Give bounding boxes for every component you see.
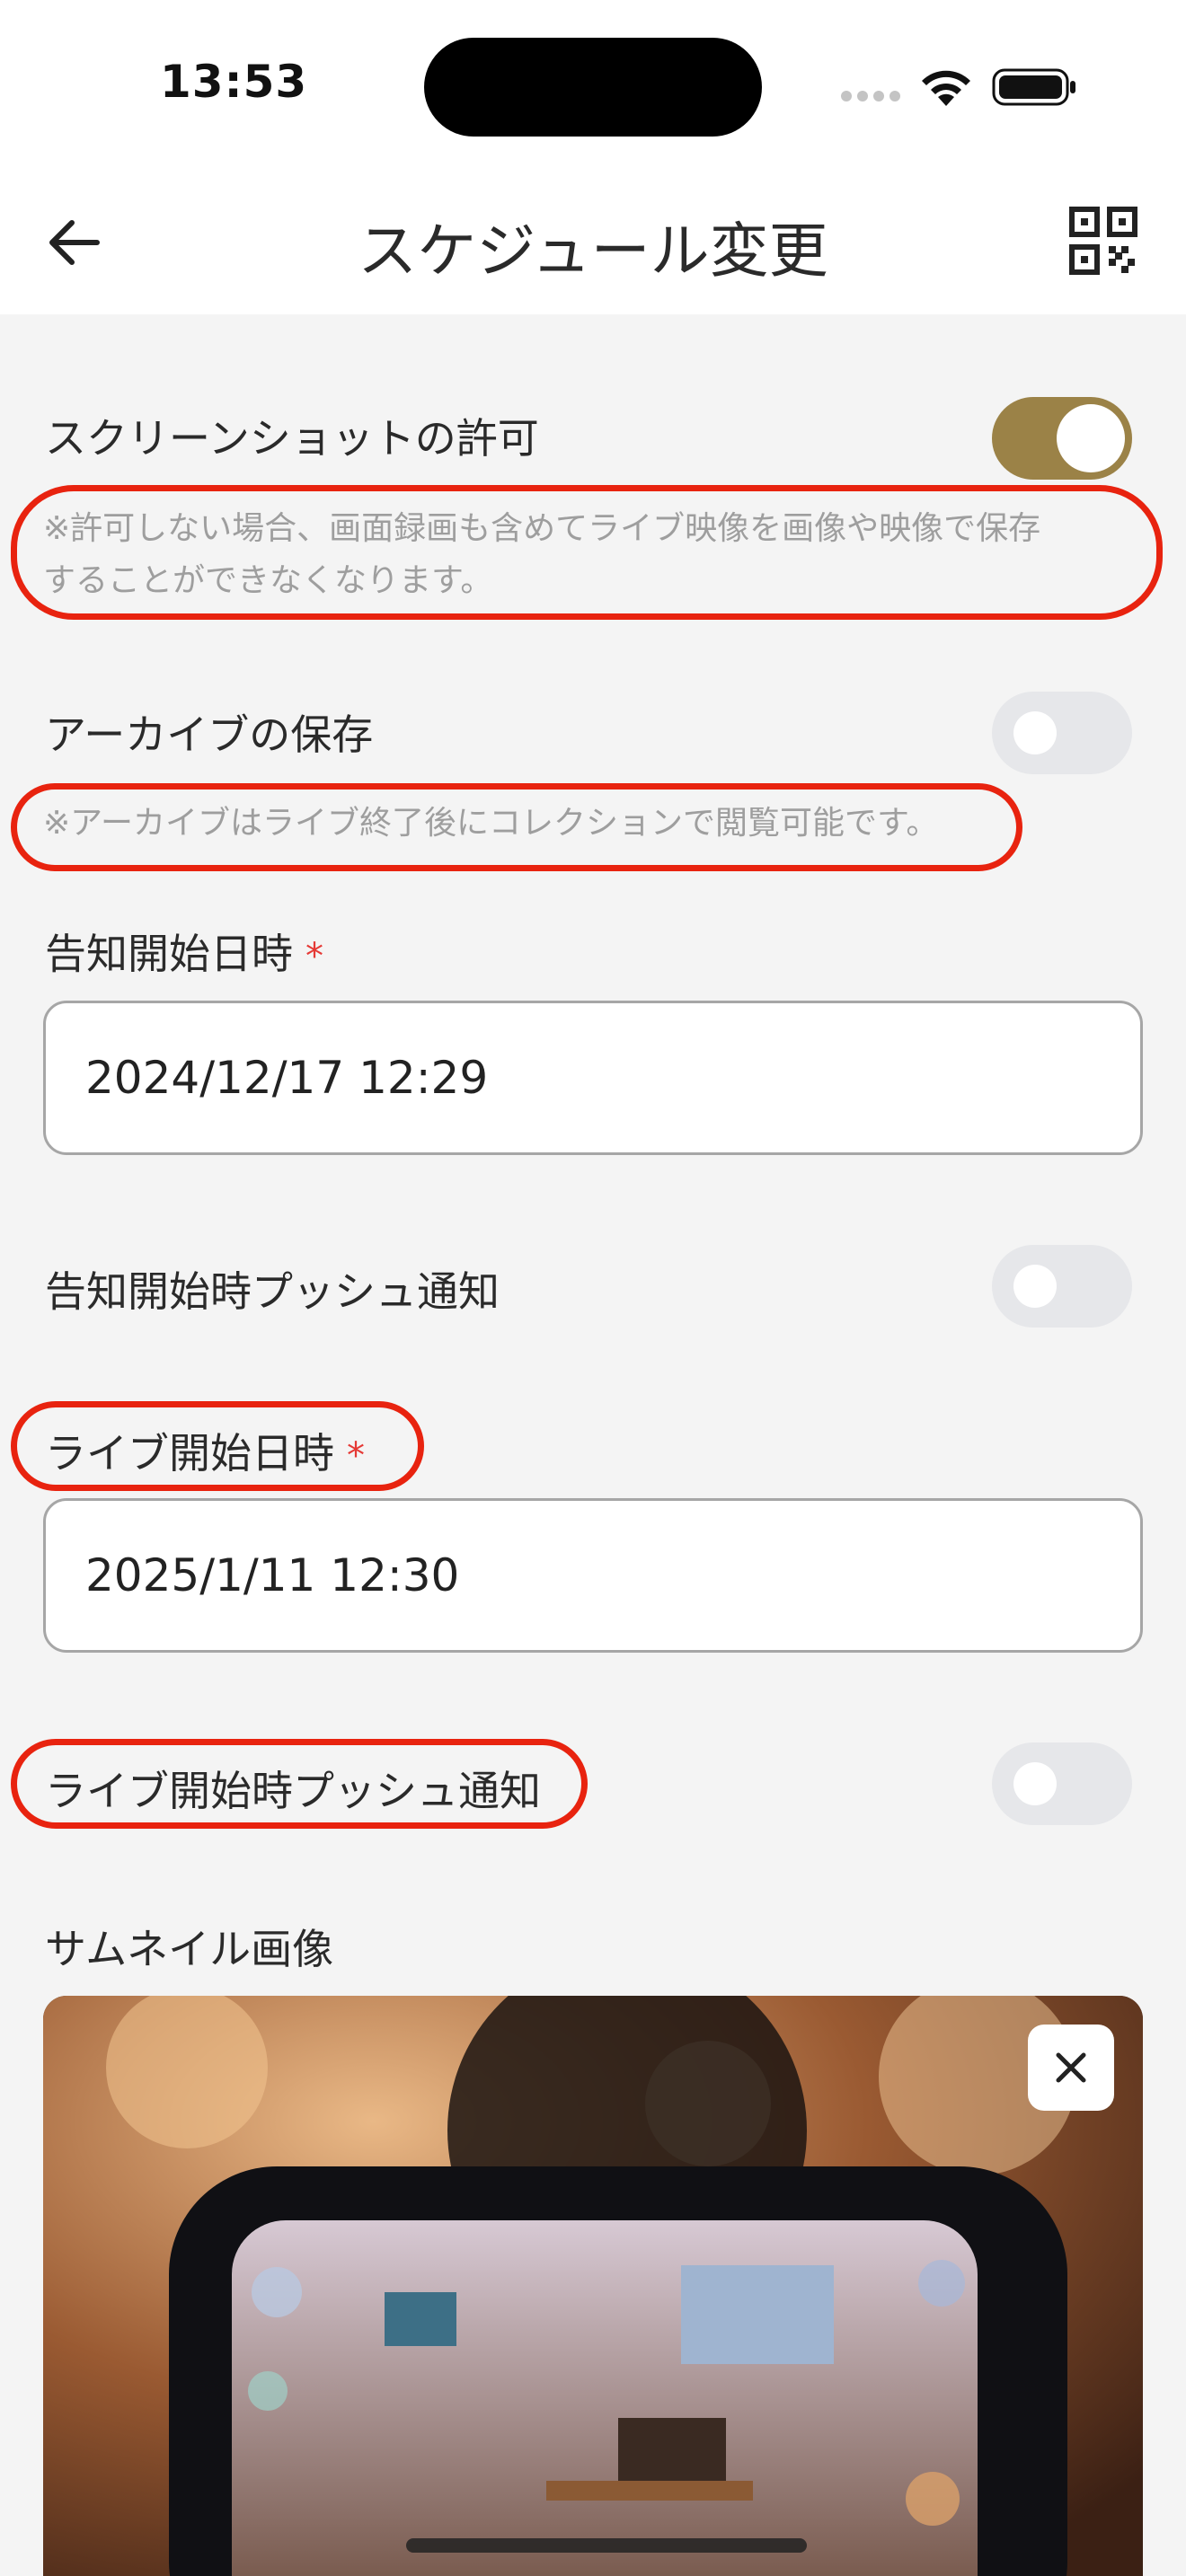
live-start-date-input[interactable]: 2025/1/11 12:30 — [43, 1498, 1143, 1653]
qr-code-icon[interactable] — [1069, 207, 1137, 275]
signal-icon — [841, 88, 906, 105]
announce-start-label: 告知開始日時 * — [45, 922, 323, 981]
announce-push-label: 告知開始時プッシュ通知 — [45, 1267, 500, 1316]
toggle-knob — [1013, 711, 1057, 754]
battery-icon — [992, 68, 1075, 106]
annotation-circle — [11, 485, 1163, 620]
screenshot-permission-toggle[interactable] — [992, 397, 1132, 480]
status-time: 13:53 — [160, 56, 308, 108]
toggle-knob — [1013, 1265, 1057, 1308]
status-bar: 13:53 — [0, 0, 1186, 171]
app-header: スケジュール変更 — [0, 171, 1186, 314]
toggle-knob — [1013, 1762, 1057, 1805]
home-indicator — [406, 2538, 807, 2553]
toggle-knob — [1057, 404, 1125, 472]
wifi-icon — [922, 70, 970, 106]
close-icon — [1056, 2052, 1086, 2083]
page-title: スケジュール変更 — [358, 216, 828, 286]
thumbnail-label: サムネイル画像 — [45, 1925, 334, 1973]
archive-save-label: アーカイブの保存 — [45, 710, 374, 759]
annotation-circle — [11, 1739, 588, 1829]
annotation-circle — [11, 783, 1022, 871]
screenshot-permission-label: スクリーンショットの許可 — [45, 414, 539, 463]
thumbnail-remove-button[interactable] — [1028, 2025, 1114, 2111]
thumbnail-image[interactable] — [43, 1996, 1143, 2576]
announce-start-label-text: 告知開始日時 — [45, 930, 293, 978]
announce-push-toggle[interactable] — [992, 1245, 1132, 1328]
annotation-circle — [11, 1401, 424, 1491]
dynamic-island — [424, 38, 762, 137]
archive-save-toggle[interactable] — [992, 692, 1132, 774]
live-push-toggle[interactable] — [992, 1742, 1132, 1825]
announce-start-date-input[interactable]: 2024/12/17 12:29 — [43, 1001, 1143, 1155]
required-mark: * — [305, 936, 323, 977]
